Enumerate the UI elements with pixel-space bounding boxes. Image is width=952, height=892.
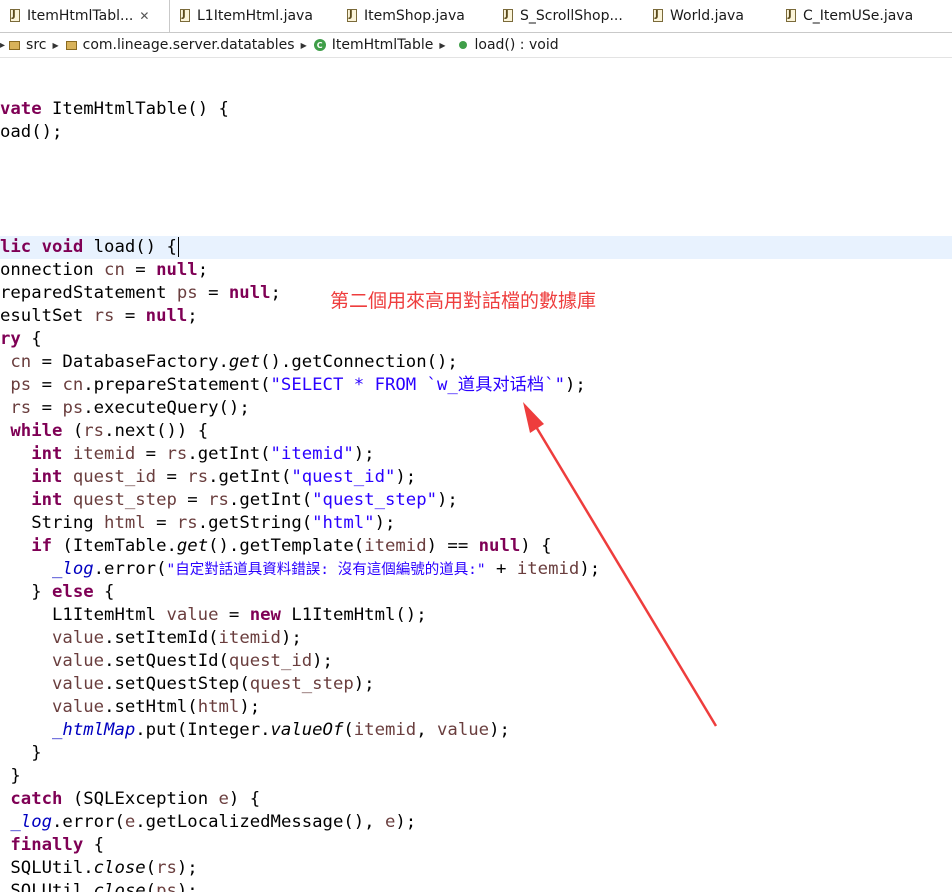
arrow-shaft [530, 419, 718, 727]
arrow-head [523, 402, 544, 433]
annotation-arrow [523, 402, 718, 727]
